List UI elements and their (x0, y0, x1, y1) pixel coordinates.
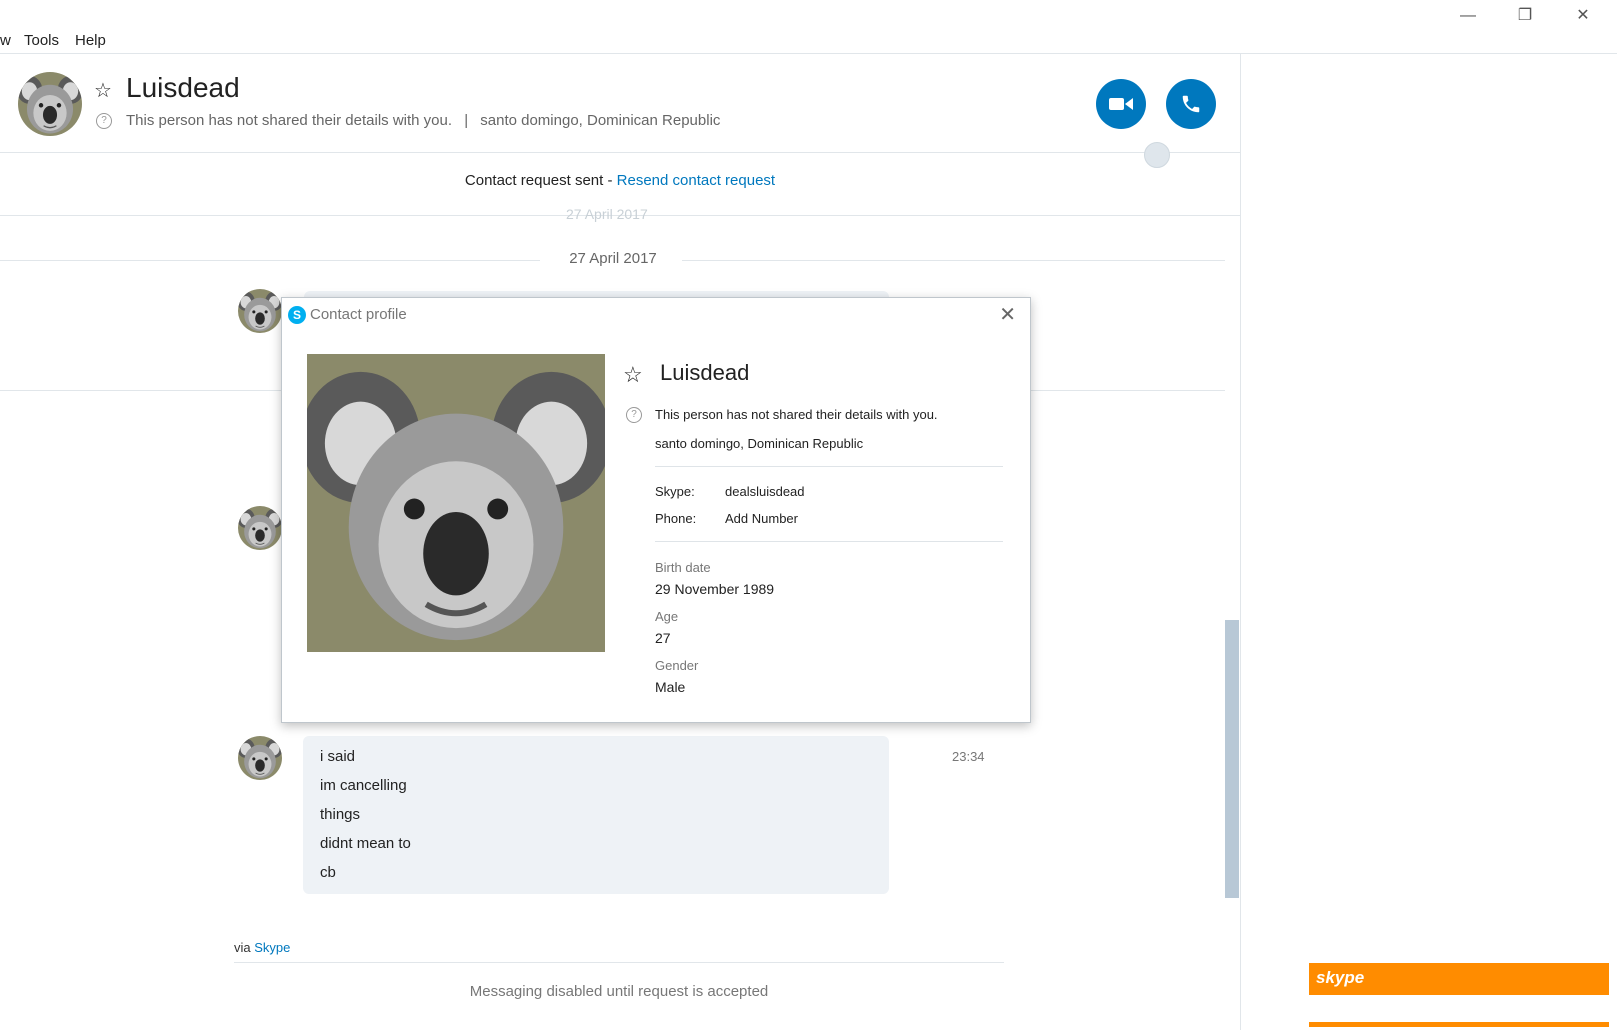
contact-profile-dialog: S Contact profile ✕ ☆ Luisdead ? This pe… (281, 297, 1031, 723)
favorite-star-icon[interactable]: ☆ (623, 362, 643, 388)
skype-name-link[interactable]: dealsluisdead (725, 484, 805, 499)
profile-divider (655, 466, 1003, 467)
message-avatar[interactable] (238, 289, 282, 333)
message-line: things (320, 806, 361, 823)
birth-date-label: Birth date (655, 560, 711, 575)
phone-label: Phone: (655, 511, 697, 526)
minimize-icon[interactable]: — (1448, 4, 1488, 28)
message-timestamp: 23:34 (952, 749, 985, 764)
compose-divider (234, 962, 1004, 963)
message-line: didnt mean to (320, 835, 411, 852)
via-text: via (234, 940, 255, 955)
video-camera-icon (1109, 98, 1133, 110)
faded-date-label: 27 April 2017 (566, 206, 648, 222)
via-label: via Skype (234, 940, 290, 955)
profile-divider (655, 541, 1003, 542)
message-line: i said (320, 748, 356, 765)
profile-status: This person has not shared their details… (655, 407, 938, 422)
date-rule-left (0, 260, 540, 261)
skype-icon: S (288, 306, 306, 324)
resend-request-link[interactable]: Resend contact request (617, 172, 775, 189)
message-avatar[interactable] (238, 736, 282, 780)
header-location: santo domingo, Dominican Republic (480, 112, 721, 129)
header-status: This person has not shared their details… (126, 112, 453, 129)
date-separator: 27 April 2017 (0, 250, 1225, 270)
profile-location: santo domingo, Dominican Republic (655, 436, 864, 451)
skype-label: Skype: (655, 484, 695, 499)
help-icon: ? (96, 113, 112, 130)
birth-date-value: 29 November 1989 (655, 581, 775, 597)
via-skype-link[interactable]: Skype (254, 940, 290, 955)
age-label: Age (655, 609, 679, 624)
avatar[interactable] (18, 72, 82, 136)
phone-icon (1182, 95, 1200, 113)
contact-request-bar: Contact request sent - Resend contact re… (0, 172, 1240, 189)
message-lines: i said im cancelling things didnt mean t… (320, 742, 411, 887)
header-divider (0, 152, 1240, 153)
request-text: Contact request sent - (464, 172, 617, 189)
menu-item-tools[interactable]: Tools (24, 32, 59, 49)
date-rule-right (682, 260, 1225, 261)
menu-bar: w Tools Help (0, 28, 1240, 52)
header-separator: | (464, 112, 469, 129)
menu-divider (0, 53, 1617, 54)
message-line: im cancelling (320, 777, 407, 794)
menu-item-view[interactable]: w (0, 32, 11, 49)
pane-divider (1240, 53, 1241, 1030)
video-call-button[interactable] (1096, 79, 1146, 129)
page-title[interactable]: Luisdead (126, 72, 240, 104)
gender-label: Gender (655, 658, 699, 673)
skype-ad-logo: skype (1316, 968, 1365, 987)
favorite-star-icon[interactable]: ☆ (94, 78, 112, 103)
add-number-link[interactable]: Add Number (725, 511, 798, 526)
dialog-title: Contact profile (310, 306, 407, 323)
menu-item-help[interactable]: Help (75, 32, 106, 49)
message-bubble: i said im cancelling things didnt mean t… (303, 736, 889, 894)
gender-value: Male (655, 679, 686, 695)
message-avatar[interactable] (238, 506, 282, 550)
globe-icon[interactable] (1144, 142, 1170, 168)
close-window-icon[interactable]: ✕ (1563, 4, 1603, 28)
age-value: 27 (655, 630, 671, 646)
restore-icon[interactable]: ❐ (1505, 4, 1545, 28)
date-label: 27 April 2017 (548, 250, 678, 267)
chat-scrollbar[interactable] (1225, 620, 1239, 898)
audio-call-button[interactable] (1166, 79, 1216, 129)
profile-picture (307, 354, 605, 652)
profile-name: Luisdead (660, 360, 750, 385)
close-icon[interactable]: ✕ (999, 302, 1016, 327)
messaging-disabled-notice: Messaging disabled until request is acce… (469, 983, 769, 1000)
help-icon: ? (626, 407, 642, 423)
header-subline: ? This person has not shared their detail… (96, 112, 721, 130)
message-line: cb (320, 864, 336, 881)
